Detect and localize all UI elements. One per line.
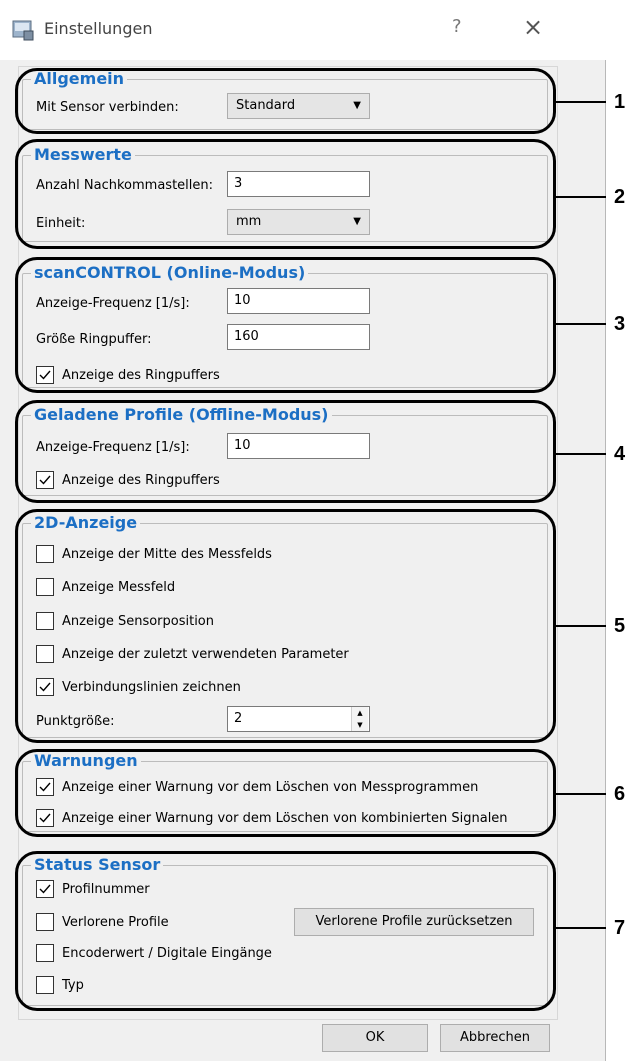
callout-number-6: 6 bbox=[614, 783, 626, 805]
callout-leader-3 bbox=[556, 323, 606, 325]
callout-number-5: 5 bbox=[614, 615, 626, 637]
close-button[interactable]: × bbox=[523, 13, 543, 41]
callout-frame-6 bbox=[15, 749, 556, 837]
help-button[interactable]: ? bbox=[452, 16, 462, 37]
callout-number-1: 1 bbox=[614, 91, 626, 113]
callout-leader-6 bbox=[556, 793, 606, 795]
ok-button[interactable]: OK bbox=[322, 1024, 428, 1052]
callout-number-7: 7 bbox=[614, 917, 626, 939]
callout-frame-7 bbox=[15, 851, 556, 1011]
callout-number-3: 3 bbox=[614, 313, 626, 335]
callout-leader-5 bbox=[556, 625, 606, 627]
callout-frame-4 bbox=[15, 400, 556, 503]
callout-leader-1 bbox=[556, 101, 606, 103]
callout-frame-5 bbox=[15, 509, 556, 743]
title-bar: Einstellungen ? × bbox=[0, 0, 606, 60]
callout-number-4: 4 bbox=[614, 443, 626, 465]
app-icon bbox=[12, 20, 34, 41]
callout-leader-4 bbox=[556, 453, 606, 455]
callout-number-2: 2 bbox=[614, 186, 626, 208]
callout-frame-1 bbox=[15, 68, 556, 134]
callout-leader-7 bbox=[556, 927, 606, 929]
window-title: Einstellungen bbox=[44, 19, 153, 38]
callout-frame-3 bbox=[15, 257, 556, 393]
callout-leader-2 bbox=[556, 196, 606, 198]
cancel-button[interactable]: Abbrechen bbox=[440, 1024, 550, 1052]
callout-frame-2 bbox=[15, 139, 556, 249]
